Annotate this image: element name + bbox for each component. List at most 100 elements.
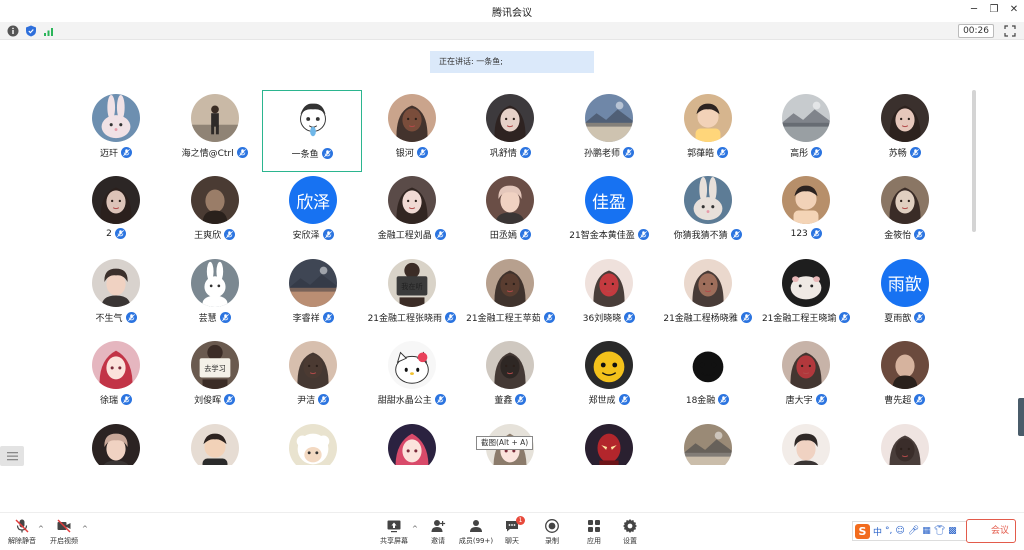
participant-name: 海之情@Ctrl	[181, 149, 234, 159]
participant-tile[interactable]: 去学习 刘俊晖	[165, 337, 265, 419]
unmute-button[interactable]: 解除静音	[0, 518, 44, 550]
participant-tile[interactable]: 金融工程刘晶	[362, 172, 462, 254]
grid-scrollbar[interactable]	[972, 90, 976, 232]
participant-name: 董鑫	[494, 396, 513, 407]
mic-icon	[637, 229, 649, 241]
avatar	[486, 341, 535, 390]
participant-tile[interactable]: 芸慧	[165, 255, 265, 337]
ime-voice-icon[interactable]: 🎤︎	[908, 526, 919, 536]
participant-name: 你猜我猜不猜	[673, 231, 728, 242]
avatar	[585, 423, 633, 465]
mic-icon	[914, 311, 926, 323]
participant-tile[interactable]: 36刘晓晓	[559, 255, 659, 337]
participant-tile[interactable]: 我在听 21金融工程张晓雨	[362, 255, 462, 337]
participant-tile[interactable]	[658, 420, 758, 465]
participant-tile[interactable]	[165, 420, 265, 465]
ime-punctuation-icon[interactable]: °,	[885, 526, 892, 536]
participant-tile[interactable]: 海之情@Ctrl	[165, 90, 265, 172]
participant-tile[interactable]	[559, 420, 659, 465]
participant-tile[interactable]: 巩舒情	[460, 90, 560, 172]
participant-tile[interactable]: 尹洁	[263, 337, 363, 419]
participant-name-row: 夏雨歆	[847, 311, 963, 324]
avatar	[289, 95, 338, 143]
shield-icon[interactable]	[25, 25, 37, 37]
leave-meeting-button[interactable]: 会议	[966, 519, 1016, 543]
list-toggle-button[interactable]	[0, 446, 24, 466]
ime-language[interactable]: 中	[873, 525, 882, 538]
chat-button[interactable]: 1 聊天	[490, 516, 534, 550]
ime-skin-icon[interactable]: 👕︎	[934, 526, 945, 536]
participant-tile[interactable]: 你猜我猜不猜	[658, 172, 758, 254]
ime-toolbar[interactable]: S 中 °, ☺ 🎤︎ ▦ 👕︎ ▩	[852, 521, 984, 541]
participant-name: 36刘晓晓	[582, 313, 622, 324]
minimize-icon[interactable]: ─	[966, 2, 982, 18]
participant-tile[interactable]: 迈玕	[66, 90, 166, 172]
close-icon[interactable]: ✕	[1006, 2, 1022, 18]
participant-tile[interactable]: 21金融工程杨晓雅	[658, 255, 758, 337]
participant-name: 21智金本黄佳盈	[569, 231, 635, 242]
side-panel-handle[interactable]	[1018, 398, 1024, 436]
participant-tile[interactable]: 王爽欣	[165, 172, 265, 254]
participant-tile[interactable]: 甜甜水晶公主	[362, 337, 462, 419]
avatar-initials: 雨歆	[880, 258, 929, 307]
participant-name: 123	[790, 228, 808, 239]
participant-tile[interactable]: 雨歆夏雨歆	[855, 255, 955, 337]
participant-tile[interactable]: 18金融	[658, 337, 758, 419]
record-button[interactable]: 录制	[530, 518, 574, 550]
restore-icon[interactable]: ❐	[986, 2, 1002, 18]
avatar	[585, 258, 633, 307]
ime-toolbox-icon[interactable]: ▩	[948, 526, 957, 536]
participant-tile[interactable]	[66, 420, 166, 465]
mic-icon	[114, 228, 126, 240]
participant-tile[interactable]: 高彤	[756, 90, 856, 172]
participant-name: 夏雨歆	[884, 313, 912, 324]
mic-icon	[618, 394, 630, 406]
participant-tile[interactable]: 银河	[362, 90, 462, 172]
participant-name: 不生气	[95, 313, 123, 324]
participant-name: 金筱怡	[884, 231, 912, 242]
fullscreen-icon[interactable]	[1004, 25, 1016, 37]
participant-tile[interactable]: 董鑫	[460, 337, 560, 419]
participant-tile[interactable]: 李睿祥	[263, 255, 363, 337]
participant-tile[interactable]: 不生气	[66, 255, 166, 337]
participant-tile[interactable]: 金筱怡	[855, 172, 955, 254]
participant-name: 21金融工程王苹茹	[466, 313, 541, 324]
ime-emoji-icon[interactable]: ☺	[895, 526, 904, 536]
participant-name-row: 一条鱼	[255, 147, 369, 160]
share-screen-button[interactable]: 共享屏幕	[372, 518, 416, 550]
mic-icon	[434, 229, 446, 241]
participant-tile[interactable]: 郭葎皓	[658, 90, 758, 172]
participant-tile[interactable]: 孙鹏老师	[559, 90, 659, 172]
ime-keyboard-icon[interactable]: ▦	[922, 526, 931, 536]
participant-tile[interactable]: 苏畅	[855, 90, 955, 172]
speaking-banner: 正在讲话: 一条鱼;	[430, 51, 594, 73]
participant-tile[interactable]	[855, 420, 955, 465]
participant-tile[interactable]: 21金融工程王晓瑜	[756, 255, 856, 337]
start-video-button[interactable]: 开启视频	[42, 518, 86, 550]
participant-tile[interactable]: 2	[66, 172, 166, 254]
participant-tile[interactable]: 郑世成	[559, 337, 659, 419]
signal-icon[interactable]	[43, 25, 55, 37]
participant-tile[interactable]	[756, 420, 856, 465]
participant-tile[interactable]: 欣泽 安欣泽	[263, 172, 363, 254]
participant-tile[interactable]: 曹先超	[855, 337, 955, 419]
avatar	[683, 94, 732, 142]
meeting-window: 腾讯会议 ─ ❐ ✕ 00:26 正在讲话: 一条鱼; 迈玕 海之情@Ctrl 一条…	[0, 0, 1024, 550]
avatar-initials: 欣泽	[289, 176, 338, 225]
participant-tile[interactable]	[263, 420, 363, 465]
mic-muted-icon	[15, 519, 29, 533]
participant-tile[interactable]: 徐瑞	[66, 337, 166, 419]
mic-icon	[224, 394, 236, 406]
participant-tile[interactable]	[362, 420, 462, 465]
participant-tile[interactable]: 田丞嫣	[460, 172, 560, 254]
settings-button[interactable]: 设置	[608, 518, 652, 550]
participant-name: 苏畅	[888, 149, 907, 159]
participant-tile[interactable]: 一条鱼	[262, 90, 363, 172]
mic-icon	[718, 394, 730, 406]
info-icon[interactable]	[7, 25, 19, 37]
participant-tile[interactable]: 21金融工程王苹茹	[460, 255, 560, 337]
participant-tile[interactable]: 唐大宇	[756, 337, 856, 419]
video-options-chevron-icon[interactable]: ^	[82, 525, 90, 533]
participant-tile[interactable]: 123	[756, 172, 856, 254]
participant-tile[interactable]: 佳盈 21智金本黄佳盈	[559, 172, 659, 254]
